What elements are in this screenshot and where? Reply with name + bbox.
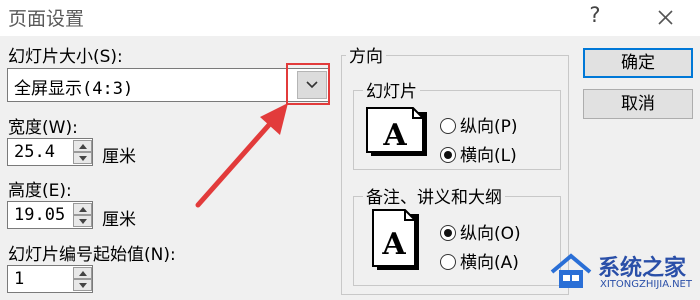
height-decrement-button[interactable]	[73, 215, 92, 227]
start-number-increment-button[interactable]	[73, 267, 92, 279]
arrow-up-icon	[79, 144, 87, 149]
height-spin-buttons[interactable]	[73, 203, 92, 227]
notes-portrait-option[interactable]: 纵向(O)	[440, 219, 521, 244]
slides-landscape-option[interactable]: 横向(L)	[440, 141, 517, 166]
start-number-decrement-button[interactable]	[73, 279, 92, 291]
arrow-down-icon	[79, 219, 87, 224]
notes-orientation-title: 备注、讲义和大纲	[363, 183, 505, 208]
arrow-up-icon	[79, 207, 87, 212]
title-bar: 页面设置 ?	[0, 0, 700, 36]
notes-landscape-option[interactable]: 横向(A)	[440, 248, 519, 273]
annotation-arrow-icon	[195, 103, 288, 208]
height-unit: 厘米	[102, 210, 136, 230]
radio-button-selected[interactable]	[440, 225, 456, 241]
width-value: 25.4	[14, 142, 55, 162]
start-number-spin-buttons[interactable]	[73, 267, 92, 291]
watermark: 系统之家 XITONGZHIJIA.NET	[548, 246, 700, 300]
arrow-up-icon	[79, 271, 87, 276]
height-spinner[interactable]: 19.05	[7, 201, 93, 229]
svg-text:A: A	[382, 118, 407, 153]
start-number-label: 幻灯片编号起始值(N):	[8, 245, 176, 265]
notes-portrait-label: 纵向(O)	[460, 224, 521, 244]
height-label: 高度(E):	[8, 181, 72, 201]
slides-portrait-label: 纵向(P)	[460, 117, 518, 137]
portrait-page-icon: A	[372, 209, 419, 270]
slides-landscape-label: 横向(L)	[460, 146, 517, 166]
height-value: 19.05	[14, 205, 66, 225]
start-number-spinner[interactable]: 1	[7, 265, 93, 293]
watermark-name: 系统之家	[598, 256, 687, 281]
width-decrement-button[interactable]	[73, 152, 92, 164]
svg-text:A: A	[381, 227, 406, 262]
radio-button[interactable]	[440, 254, 456, 270]
slide-size-label: 幻灯片大小(S):	[8, 47, 123, 67]
orientation-title: 方向	[346, 42, 386, 67]
arrow-down-icon	[79, 283, 87, 288]
close-icon	[658, 10, 673, 25]
house-logo-icon	[550, 253, 592, 288]
slides-portrait-option[interactable]: 纵向(P)	[440, 112, 518, 137]
landscape-page-icon: A	[366, 107, 427, 156]
cancel-button[interactable]: 取消	[583, 89, 693, 119]
arrow-down-icon	[79, 156, 87, 161]
width-spinner[interactable]: 25.4	[7, 138, 93, 166]
close-button[interactable]	[650, 2, 680, 32]
watermark-url: XITONGZHIJIA.NET	[600, 279, 692, 290]
slide-size-value: 全屏显示(4:3)	[14, 79, 134, 99]
ok-button[interactable]: 确定	[583, 48, 693, 78]
width-increment-button[interactable]	[73, 140, 92, 152]
width-label: 宽度(W):	[8, 118, 78, 138]
height-increment-button[interactable]	[73, 203, 92, 215]
start-number-value: 1	[14, 269, 25, 289]
radio-button-selected[interactable]	[440, 147, 456, 163]
radio-button[interactable]	[440, 118, 456, 134]
width-spin-buttons[interactable]	[73, 140, 92, 164]
width-unit: 厘米	[102, 147, 136, 167]
dialog-title: 页面设置	[8, 8, 85, 30]
help-button[interactable]: ?	[583, 3, 607, 27]
notes-landscape-label: 横向(A)	[460, 253, 519, 273]
slides-orientation-title: 幻灯片	[363, 77, 420, 102]
